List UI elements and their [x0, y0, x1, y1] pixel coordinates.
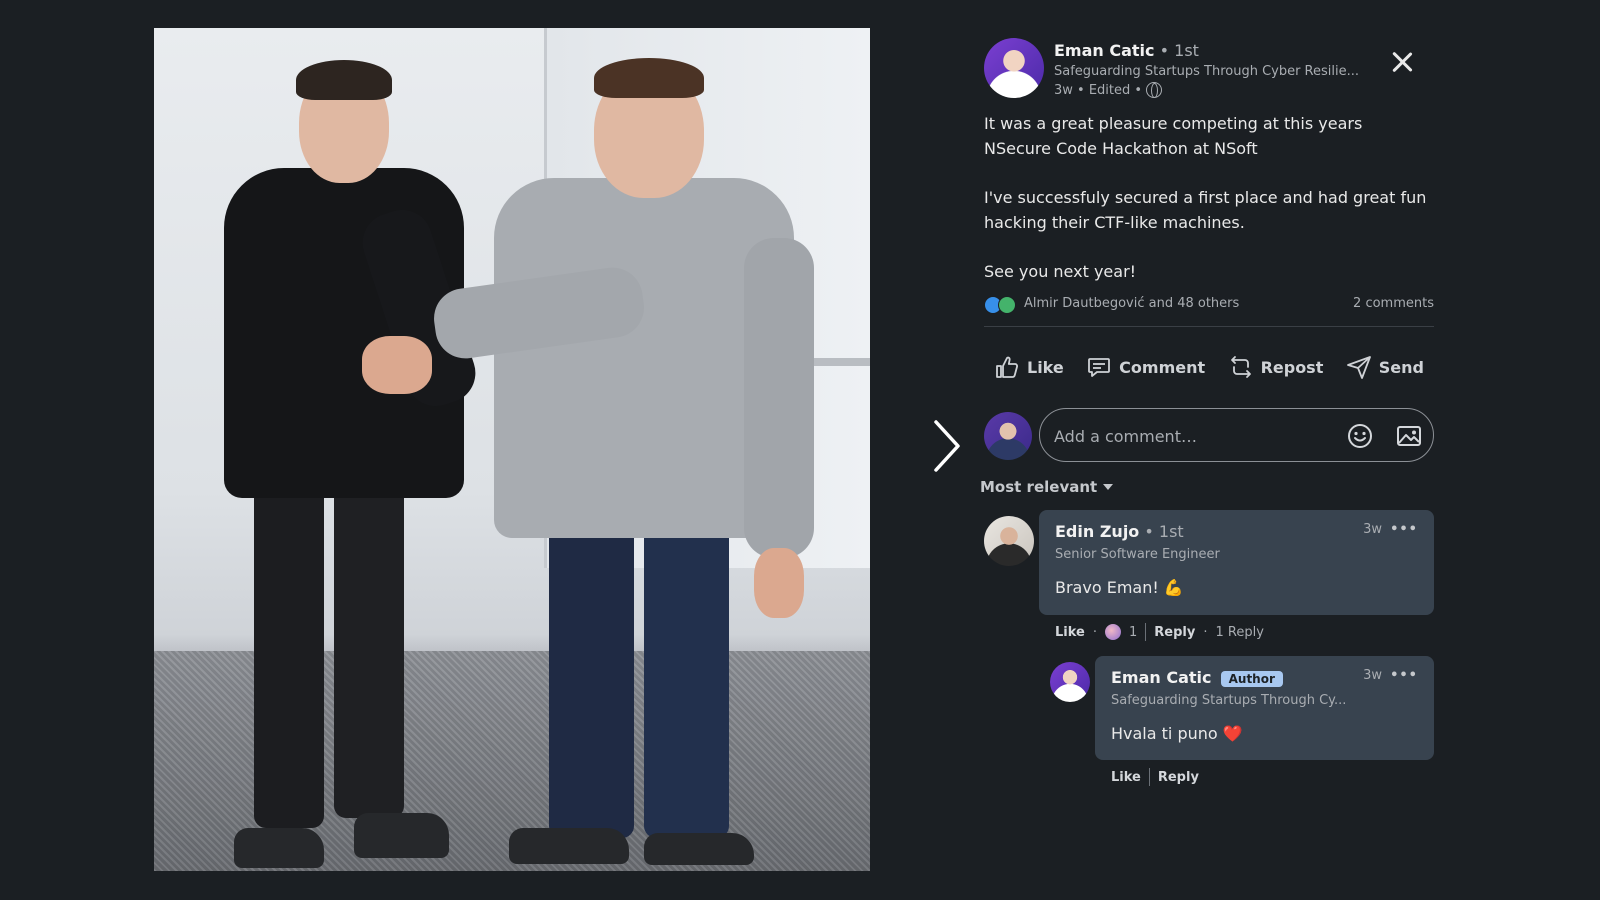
comment-meta: 3w ••• [1363, 522, 1418, 537]
comment-reply-button[interactable]: Reply [1154, 625, 1195, 640]
comment-time: 3w [1363, 522, 1383, 537]
post-detail-panel: Eman Catic • 1st Safeguarding Startups T… [980, 36, 1434, 866]
caret-down-icon [1103, 484, 1114, 490]
commenter-degree: • 1st [1144, 522, 1184, 541]
reply-meta: 3w ••• [1363, 668, 1418, 683]
author-line: Eman Catic • 1st [1054, 41, 1199, 60]
comment-icon [1088, 358, 1111, 377]
comment-text: Bravo Eman! 💪 [1055, 578, 1184, 597]
like-button[interactable]: Like [984, 346, 1074, 388]
reply-reply-button[interactable]: Reply [1158, 770, 1199, 785]
reply-text-body: Hvala ti puno [1111, 724, 1218, 743]
replier-avatar[interactable] [1050, 662, 1090, 702]
post-body: It was a great pleasure competing at thi… [984, 112, 1432, 285]
comment-bubble: Edin Zujo • 1st 3w ••• Senior Software E… [1039, 510, 1434, 615]
reaction-icons[interactable] [984, 296, 1020, 314]
reactors-link[interactable]: Almir Dautbegović and 48 others [1024, 296, 1239, 311]
author-avatar[interactable] [984, 38, 1044, 98]
reply-time: 3w [1363, 668, 1383, 683]
reply-text: Hvala ti puno ❤️ [1111, 724, 1243, 743]
send-button[interactable]: Send [1336, 346, 1434, 388]
comment-reaction-count[interactable]: 1 [1129, 625, 1137, 640]
comment-composer [984, 408, 1434, 464]
replier-name[interactable]: Eman Catic [1111, 668, 1212, 687]
comment-like-button[interactable]: Like [1055, 625, 1085, 640]
repost-button-label: Repost [1260, 357, 1324, 377]
photo-person-right [430, 48, 854, 868]
divider [1145, 623, 1147, 641]
separator-dot: · [1203, 624, 1208, 640]
comment-item: Edin Zujo • 1st 3w ••• Senior Software E… [984, 510, 1434, 650]
reply-bubble: Eman Catic Author 3w ••• Safeguarding St… [1095, 656, 1434, 760]
chevron-right-icon[interactable] [928, 416, 966, 476]
divider [984, 326, 1434, 327]
comment-input-container [1039, 408, 1434, 462]
like-button-label: Like [1027, 357, 1064, 377]
reply-actions: Like Reply [1111, 768, 1199, 786]
repost-icon [1230, 356, 1251, 378]
commenter-name[interactable]: Edin Zujo [1055, 522, 1139, 541]
reply-like-button[interactable]: Like [1111, 770, 1141, 785]
celebrate-reaction-icon [998, 296, 1016, 314]
photo-handshake [362, 336, 432, 394]
author-name[interactable]: Eman Catic [1054, 41, 1155, 60]
separator-dot: · [1092, 624, 1097, 640]
replier-headline: Safeguarding Startups Through Cy... [1111, 693, 1347, 708]
send-button-label: Send [1378, 357, 1424, 377]
reaction-icon [1105, 624, 1121, 640]
author-badge: Author [1220, 671, 1283, 687]
social-counts: Almir Dautbegović and 48 others 2 commen… [984, 295, 1434, 315]
post-actions: Like Comment Repost Send [984, 346, 1434, 388]
commenter-headline: Senior Software Engineer [1055, 547, 1220, 562]
post-paragraph: I've successfuly secured a first place a… [984, 188, 1427, 232]
current-user-avatar [984, 412, 1032, 460]
comment-input[interactable] [1054, 423, 1324, 449]
reply-item: Eman Catic Author 3w ••• Safeguarding St… [1050, 656, 1434, 796]
post-meta: 3w • Edited • [1054, 82, 1163, 98]
post-meta-text: 3w • Edited • [1054, 82, 1143, 98]
comment-button[interactable]: Comment [1076, 346, 1215, 388]
more-icon[interactable]: ••• [1390, 668, 1418, 683]
emoji-icon[interactable] [1346, 422, 1374, 450]
author-headline: Safeguarding Startups Through Cyber Resi… [1054, 64, 1360, 79]
send-icon [1346, 356, 1371, 379]
repost-button[interactable]: Repost [1218, 346, 1334, 388]
author-degree: • 1st [1159, 41, 1199, 60]
comments-count-link[interactable]: 2 comments [1353, 296, 1434, 311]
post-paragraph: See you next year! [984, 262, 1137, 281]
comment-replies-link[interactable]: 1 Reply [1216, 625, 1264, 640]
commenter-line: Edin Zujo • 1st [1055, 522, 1184, 541]
image-icon[interactable] [1395, 422, 1423, 450]
comment-text-body: Bravo Eman! [1055, 578, 1159, 597]
heart-icon: ❤️ [1222, 724, 1243, 743]
post-header: Eman Catic • 1st Safeguarding Startups T… [984, 36, 1424, 100]
globe-icon [1146, 82, 1163, 98]
sort-dropdown[interactable]: Most relevant [980, 478, 1114, 496]
divider [1148, 768, 1150, 786]
thumbs-up-icon [996, 356, 1018, 378]
commenter-avatar[interactable] [984, 516, 1034, 566]
more-icon[interactable]: ••• [1390, 522, 1418, 537]
replier-line: Eman Catic Author [1111, 668, 1283, 687]
comment-button-label: Comment [1119, 357, 1206, 377]
sort-label: Most relevant [980, 478, 1098, 496]
post-photo [154, 28, 870, 871]
close-icon[interactable] [1388, 48, 1416, 76]
post-paragraph: It was a great pleasure competing at thi… [984, 114, 1363, 158]
flexed-biceps-emoji-icon: 💪 [1163, 578, 1184, 597]
comment-actions: Like · 1 Reply · 1 Reply [1055, 623, 1264, 641]
